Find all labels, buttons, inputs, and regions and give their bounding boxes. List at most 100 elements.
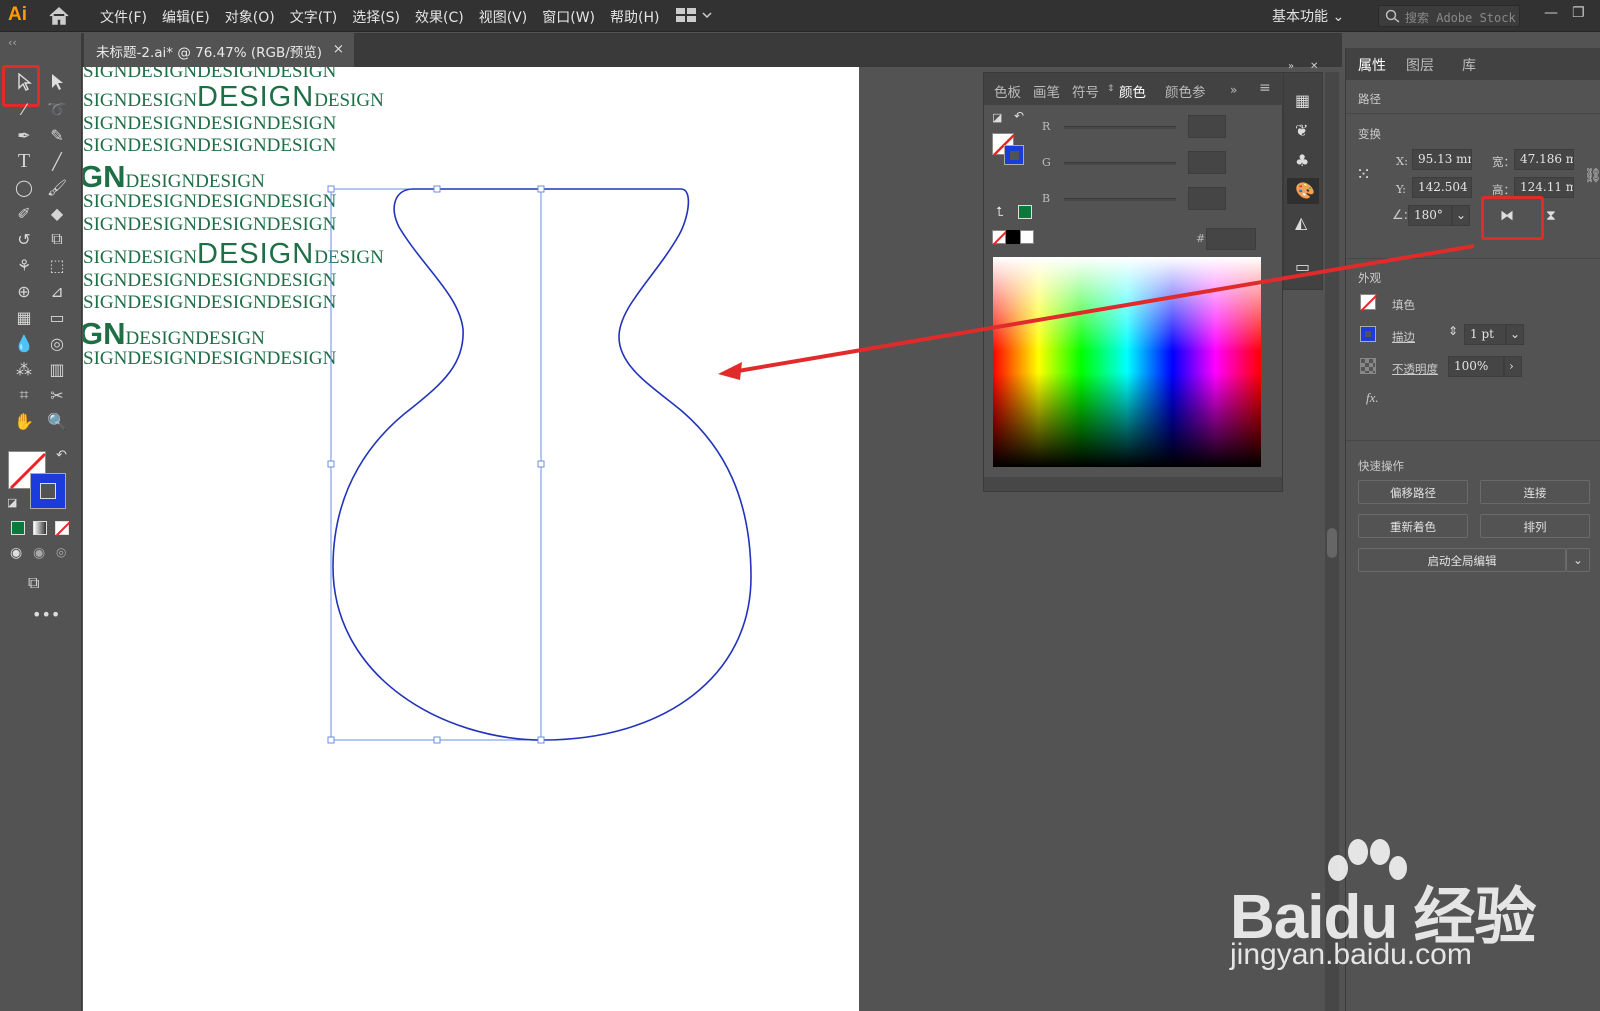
tab-properties[interactable]: 属性 [1358, 55, 1386, 75]
default-colors-icon[interactable]: ◪ [7, 496, 17, 509]
menu-object[interactable]: 对象(O) [225, 7, 275, 27]
opacity-icon[interactable] [1360, 358, 1376, 374]
menu-select[interactable]: 选择(S) [352, 7, 400, 27]
warp-tool[interactable]: ⚘ [10, 253, 38, 277]
constrain-proportions-icon[interactable]: ⛓ [1584, 168, 1600, 184]
pen-tool[interactable]: ✒ [10, 123, 38, 147]
magic-wand-tool[interactable]: ⁄ [10, 97, 38, 121]
gradient-mode-button[interactable] [33, 521, 47, 535]
menu-help[interactable]: 帮助(H) [610, 7, 659, 27]
symbols-panel-icon[interactable]: ♣ [1295, 151, 1309, 170]
direct-selection-tool[interactable] [43, 70, 71, 94]
type-tool[interactable]: T [10, 149, 38, 173]
menu-view[interactable]: 视图(V) [479, 7, 528, 27]
x-input[interactable]: 95.13 mm [1412, 149, 1472, 170]
y-input[interactable]: 142.504 [1412, 177, 1472, 198]
flip-vertical-icon[interactable]: ⧗ [1546, 208, 1556, 224]
none-swatch[interactable] [992, 230, 1008, 246]
stroke-label[interactable]: 描边 [1392, 329, 1415, 345]
shape-builder-tool[interactable]: ⊕ [10, 279, 38, 303]
eraser-tool[interactable]: ◆ [43, 201, 71, 225]
r-slider[interactable] [1064, 126, 1176, 129]
scrollbar-thumb[interactable] [1327, 528, 1337, 558]
more-tools-icon[interactable]: ••• [32, 605, 60, 624]
eyedropper-tool[interactable]: 💧 [10, 331, 38, 355]
hand-tool[interactable]: ✋ [10, 409, 38, 433]
opacity-more-button[interactable]: › [1504, 356, 1522, 377]
home-icon[interactable] [48, 6, 70, 26]
brushes-panel-icon[interactable]: ❦ [1295, 121, 1308, 140]
restore-icon[interactable]: ❐ [1572, 5, 1585, 21]
lasso-tool[interactable]: ➰ [43, 97, 71, 121]
gamut-swatch[interactable] [1018, 205, 1032, 219]
b-slider[interactable] [1064, 198, 1176, 201]
shaper-tool[interactable]: ✐ [10, 201, 38, 225]
tab-libraries[interactable]: 库 [1462, 55, 1476, 75]
g-value-input[interactable] [1188, 151, 1226, 174]
swap-icon[interactable]: ↶ [1014, 109, 1024, 123]
zoom-tool[interactable]: 🔍 [43, 409, 71, 433]
out-of-gamut-icon[interactable]: ⮤ [996, 205, 1004, 220]
fill-color-swatch[interactable] [1360, 294, 1378, 312]
black-swatch[interactable] [1006, 230, 1020, 244]
hex-input[interactable] [1206, 228, 1256, 250]
white-swatch[interactable] [1020, 230, 1034, 244]
height-input[interactable]: 124.11 m [1514, 177, 1574, 198]
tab-color-guide[interactable]: 颜色参 [1165, 81, 1206, 101]
color-guide-icon[interactable]: ◭ [1295, 213, 1307, 232]
width-input[interactable]: 47.186 m [1514, 149, 1574, 170]
tab-layers[interactable]: 图层 [1406, 55, 1434, 75]
swatches-panel-icon[interactable]: ▦ [1295, 91, 1310, 110]
b-value-input[interactable] [1188, 187, 1226, 210]
arrange-button[interactable]: 排列 [1480, 514, 1590, 538]
color-panel-icon-active[interactable]: 🎨 [1287, 178, 1319, 204]
menu-window[interactable]: 窗口(W) [542, 7, 595, 27]
join-button[interactable]: 连接 [1480, 480, 1590, 504]
g-slider[interactable] [1064, 162, 1176, 165]
tab-symbols[interactable]: 符号 [1072, 81, 1099, 101]
document-tab[interactable]: 未标题-2.ai* @ 76.47% (RGB/预览) × [84, 33, 354, 67]
angle-dropdown[interactable]: ⌄ [1452, 205, 1470, 226]
mesh-tool[interactable]: ▦ [10, 305, 38, 329]
stroke-weight-input[interactable]: 1 pt [1464, 324, 1506, 345]
slice-tool[interactable]: ✂ [43, 383, 71, 407]
scale-tool[interactable]: ⧉ [43, 227, 71, 251]
swap-fill-stroke-icon[interactable]: ↶ [56, 448, 67, 463]
tab-color[interactable]: 颜色 [1119, 81, 1146, 101]
effects-fx-icon[interactable]: fx. [1366, 390, 1379, 406]
offset-path-button[interactable]: 偏移路径 [1358, 480, 1468, 504]
collapse-icon[interactable]: ‹‹ [8, 36, 17, 49]
minimize-icon[interactable]: — [1544, 5, 1558, 21]
close-icon[interactable]: ✕ [1310, 61, 1318, 72]
arrange-documents-button[interactable] [676, 8, 712, 22]
expand-panels-icon[interactable]: » [1288, 61, 1294, 72]
ellipse-tool[interactable]: ◯ [10, 175, 38, 199]
tab-brushes[interactable]: 画笔 [1033, 81, 1060, 101]
stroke-stepper-icon[interactable]: ⇕ [1448, 324, 1458, 338]
panel-resize-handle[interactable] [984, 477, 1282, 491]
angle-input[interactable]: 180° [1408, 205, 1452, 226]
free-transform-tool[interactable]: ⬚ [43, 253, 71, 277]
recolor-button[interactable]: 重新着色 [1358, 514, 1468, 538]
symbol-sprayer-tool[interactable]: ⁂ [10, 357, 38, 381]
perspective-grid-tool[interactable]: ⊿ [43, 279, 71, 303]
stroke-indicator[interactable] [1004, 145, 1024, 165]
menu-effect[interactable]: 效果(C) [415, 7, 464, 27]
opacity-input[interactable]: 100% [1448, 356, 1504, 377]
global-edit-button[interactable]: 启动全局编辑 [1358, 548, 1566, 572]
global-edit-dropdown[interactable]: ⌄ [1566, 548, 1590, 572]
opacity-label[interactable]: 不透明度 [1392, 361, 1438, 377]
none-mode-button[interactable] [55, 521, 71, 537]
stroke-color-swatch[interactable] [1360, 326, 1376, 342]
workspace-switcher[interactable]: 基本功能 ⌄ [1272, 6, 1344, 26]
curvature-tool[interactable]: ✎ [43, 123, 71, 147]
menu-type[interactable]: 文字(T) [290, 7, 337, 27]
r-value-input[interactable] [1188, 115, 1226, 138]
draw-inside-icon[interactable]: ◎ [56, 545, 66, 559]
gradient-tool[interactable]: ▭ [43, 305, 71, 329]
draw-behind-icon[interactable]: ◉ [33, 545, 45, 561]
blend-tool[interactable]: ◎ [43, 331, 71, 355]
default-colors-icon[interactable]: ◪ [992, 111, 1002, 124]
stock-search-input[interactable]: 搜索 Adobe Stock [1378, 5, 1520, 27]
menu-edit[interactable]: 编辑(E) [162, 7, 210, 27]
